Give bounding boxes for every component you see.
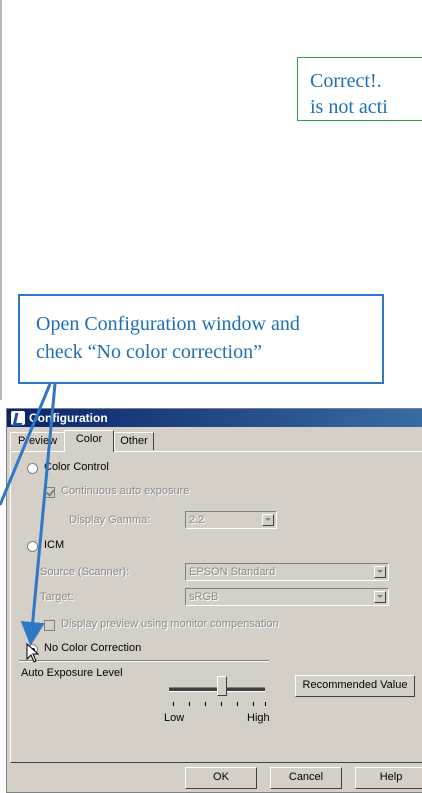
tab-color[interactable]: Color [64,430,114,452]
mouse-cursor-icon [26,643,40,663]
arrows-overlay [0,383,57,646]
pointer-arrow-secondary [0,383,52,506]
